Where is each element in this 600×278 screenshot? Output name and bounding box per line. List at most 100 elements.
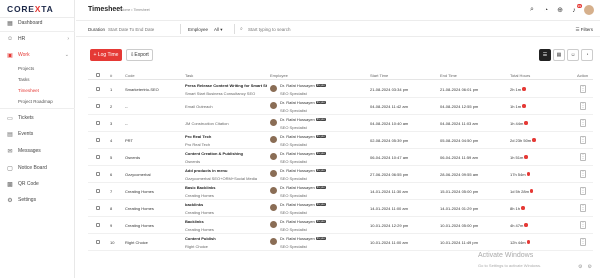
employee-name[interactable]: Dr. Rafat Hussayen	[280, 134, 315, 139]
user-view-icon[interactable]: ☺	[567, 49, 579, 61]
more-options-icon[interactable]: ⋮	[580, 85, 586, 93]
sidebar-subitem-timesheet[interactable]: Timesheet	[18, 88, 39, 93]
avatar[interactable]	[584, 5, 594, 15]
sidebar-subitem-projects[interactable]: Projects	[18, 66, 34, 71]
table-row[interactable]: 5 Osnerds Content Creation & Publishing Osn…	[88, 149, 593, 166]
search-icon[interactable]: ⌕	[528, 6, 536, 14]
calendar-view-icon[interactable]: ▦	[553, 49, 565, 61]
plus-circle-icon[interactable]: ⊕	[556, 6, 564, 14]
sidebar-item-tickets[interactable]: ▭ Tickets	[0, 112, 75, 124]
table-row[interactable]: 8 Creating Homes backlinks Creating Homes Dr…	[88, 200, 593, 217]
more-options-icon[interactable]: ⋮	[580, 170, 586, 178]
task-title[interactable]: Add products in menu	[185, 168, 267, 173]
task-title[interactable]: Basic Backlinks	[185, 185, 267, 190]
export-button[interactable]: ⇩ Export	[126, 49, 153, 61]
sidebar-item-events[interactable]: ▤ Events	[0, 128, 75, 140]
settings-icon[interactable]: ⚙	[588, 264, 592, 270]
employee-name[interactable]: Dr. Rafat Hussayen	[280, 202, 315, 207]
table-row[interactable]: 7 Creating Homes Basic Backlinks Creating H…	[88, 183, 593, 200]
task-title[interactable]: Backlinks	[185, 219, 267, 224]
employee-name[interactable]: Dr. Rafat Hussayen	[280, 117, 315, 122]
gear-icon[interactable]: ⚙	[578, 264, 582, 270]
sidebar-item-hr[interactable]: ☺ HR ›	[0, 33, 75, 45]
clock-view-icon[interactable]: ◔	[581, 49, 593, 61]
filters-button[interactable]: ☰ Filters	[575, 27, 593, 33]
row-checkbox[interactable]	[96, 240, 100, 244]
more-options-icon[interactable]: ⋮	[580, 221, 586, 229]
logo[interactable]: COREXTA	[0, 0, 74, 18]
more-options-icon[interactable]: ⋮	[580, 187, 586, 195]
employee-name[interactable]: Dr. Rafat Hussayen	[280, 151, 315, 156]
table-row[interactable]: 10 Right Choice Content Publish Right Choic…	[88, 234, 593, 251]
table-row[interactable]: 1 Smarketertrio-SEO Press Release Content …	[88, 81, 593, 98]
sidebar-item-dashboard[interactable]: ▦ Dashboard	[0, 17, 75, 29]
clock-icon[interactable]: ◔	[542, 6, 550, 14]
row-checkbox[interactable]	[96, 172, 100, 176]
employee-name[interactable]: Dr. Rafat Hussayen	[280, 236, 315, 241]
more-options-icon[interactable]: ⋮	[580, 119, 586, 127]
more-options-icon[interactable]: ⋮	[580, 102, 586, 110]
row-code: Creating Homes	[125, 223, 154, 228]
employee-name[interactable]: Dr. Rafat Hussayen	[280, 185, 315, 190]
employee-name[interactable]: Dr. Rafat Hussayen	[280, 219, 315, 224]
select-all-checkbox[interactable]	[96, 73, 100, 77]
row-checkbox[interactable]	[96, 121, 100, 125]
employee-role: SEO Specialist	[280, 159, 307, 164]
employee-avatar	[270, 153, 277, 160]
total-hours-value: 17h 54m	[510, 171, 526, 177]
sidebar-item-qr-code[interactable]: ▩ QR Code	[0, 178, 75, 190]
more-options-icon[interactable]: ⋮	[580, 136, 586, 144]
sidebar-item-work[interactable]: ▣ Work ⌄	[0, 49, 75, 61]
more-options-icon[interactable]: ⋮	[580, 204, 586, 212]
sidebar-item-label: QR Code	[18, 181, 39, 187]
table-row[interactable]: 3 -- JM Construction Citation Dr. Rafat Hus…	[88, 115, 593, 132]
employee-avatar	[270, 221, 277, 228]
task-title[interactable]: backlinks	[185, 202, 267, 207]
employee-select[interactable]: All ▾	[214, 27, 223, 33]
more-options-icon[interactable]: ⋮	[580, 238, 586, 246]
row-checkbox[interactable]	[96, 206, 100, 210]
sidebar-subitem-tasks[interactable]: Tasks	[18, 77, 30, 82]
sidebar-item-messages[interactable]: ✉ Messages	[0, 145, 75, 157]
task-title[interactable]: Press Release Content Writing for Smart …	[185, 83, 267, 88]
start-time: 21-08-2024 03:34 pm	[370, 87, 409, 92]
row-checkbox[interactable]	[96, 104, 100, 108]
row-number: 4	[110, 138, 113, 143]
table-row[interactable]: 4 PRT Pro Real Tech Pro Real Tech Dr. Rafat …	[88, 132, 593, 149]
employee-name[interactable]: Dr. Rafat Hussayen	[280, 168, 315, 173]
sidebar-item-label: Events	[18, 131, 34, 137]
row-checkbox[interactable]	[96, 87, 100, 91]
bell-icon[interactable]: ♪ 99	[570, 4, 582, 14]
list-view-icon[interactable]: ☰	[539, 49, 551, 61]
search-input[interactable]: Start typing to search	[248, 27, 291, 32]
row-checkbox[interactable]	[96, 138, 100, 142]
table-row[interactable]: 2 -- Email Outreach Dr. Rafat Hussayen It's …	[88, 98, 593, 115]
ticket-icon: ▭	[7, 115, 13, 122]
activate-windows-watermark: Activate Windows	[478, 252, 534, 259]
date-range-input[interactable]: Start Date To End Date	[108, 27, 154, 32]
more-options-icon[interactable]: ⋮	[580, 153, 586, 161]
log-time-button[interactable]: + Log Time	[90, 49, 122, 61]
row-number: 5	[110, 155, 113, 160]
employee-name[interactable]: Dr. Rafat Hussayen	[280, 83, 315, 88]
task-title[interactable]: Pro Real Tech	[185, 134, 267, 139]
sidebar-item-notice-board[interactable]: ▢ Notice Board	[0, 162, 75, 174]
its-you-badge: It's you	[315, 203, 326, 206]
row-checkbox[interactable]	[96, 223, 100, 227]
employee-name[interactable]: Dr. Rafat Hussayen	[280, 100, 315, 105]
view-toggles: ☰ ▦ ☺ ◔	[539, 49, 593, 61]
table-row[interactable]: 9 Creating Homes Backlinks Creating Homes Dr…	[88, 217, 593, 234]
sidebar-item-settings[interactable]: ⚙ Settings	[0, 194, 75, 206]
task-title[interactable]: Content Creation & Publishing	[185, 151, 267, 156]
row-code: Osnerds	[125, 155, 141, 160]
row-checkbox[interactable]	[96, 189, 100, 193]
row-checkbox[interactable]	[96, 155, 100, 159]
total-hours-value: 2h 1m	[510, 86, 522, 92]
sidebar-subitem-project-roadmap[interactable]: Project Roadmap	[18, 99, 53, 104]
task-title[interactable]: Content Publish	[185, 236, 267, 241]
breadcrumb[interactable]: Home • Timesheet	[121, 8, 150, 12]
table-row[interactable]: 6 Ozzycomerbal Add products in menu Ozzycom…	[88, 166, 593, 183]
col-header-end-time: End Time	[440, 73, 457, 78]
end-time: 14-01-2024 01:29 pm	[440, 206, 479, 211]
employee-name-wrap: Dr. Rafat Hussayen It's you	[280, 83, 326, 88]
